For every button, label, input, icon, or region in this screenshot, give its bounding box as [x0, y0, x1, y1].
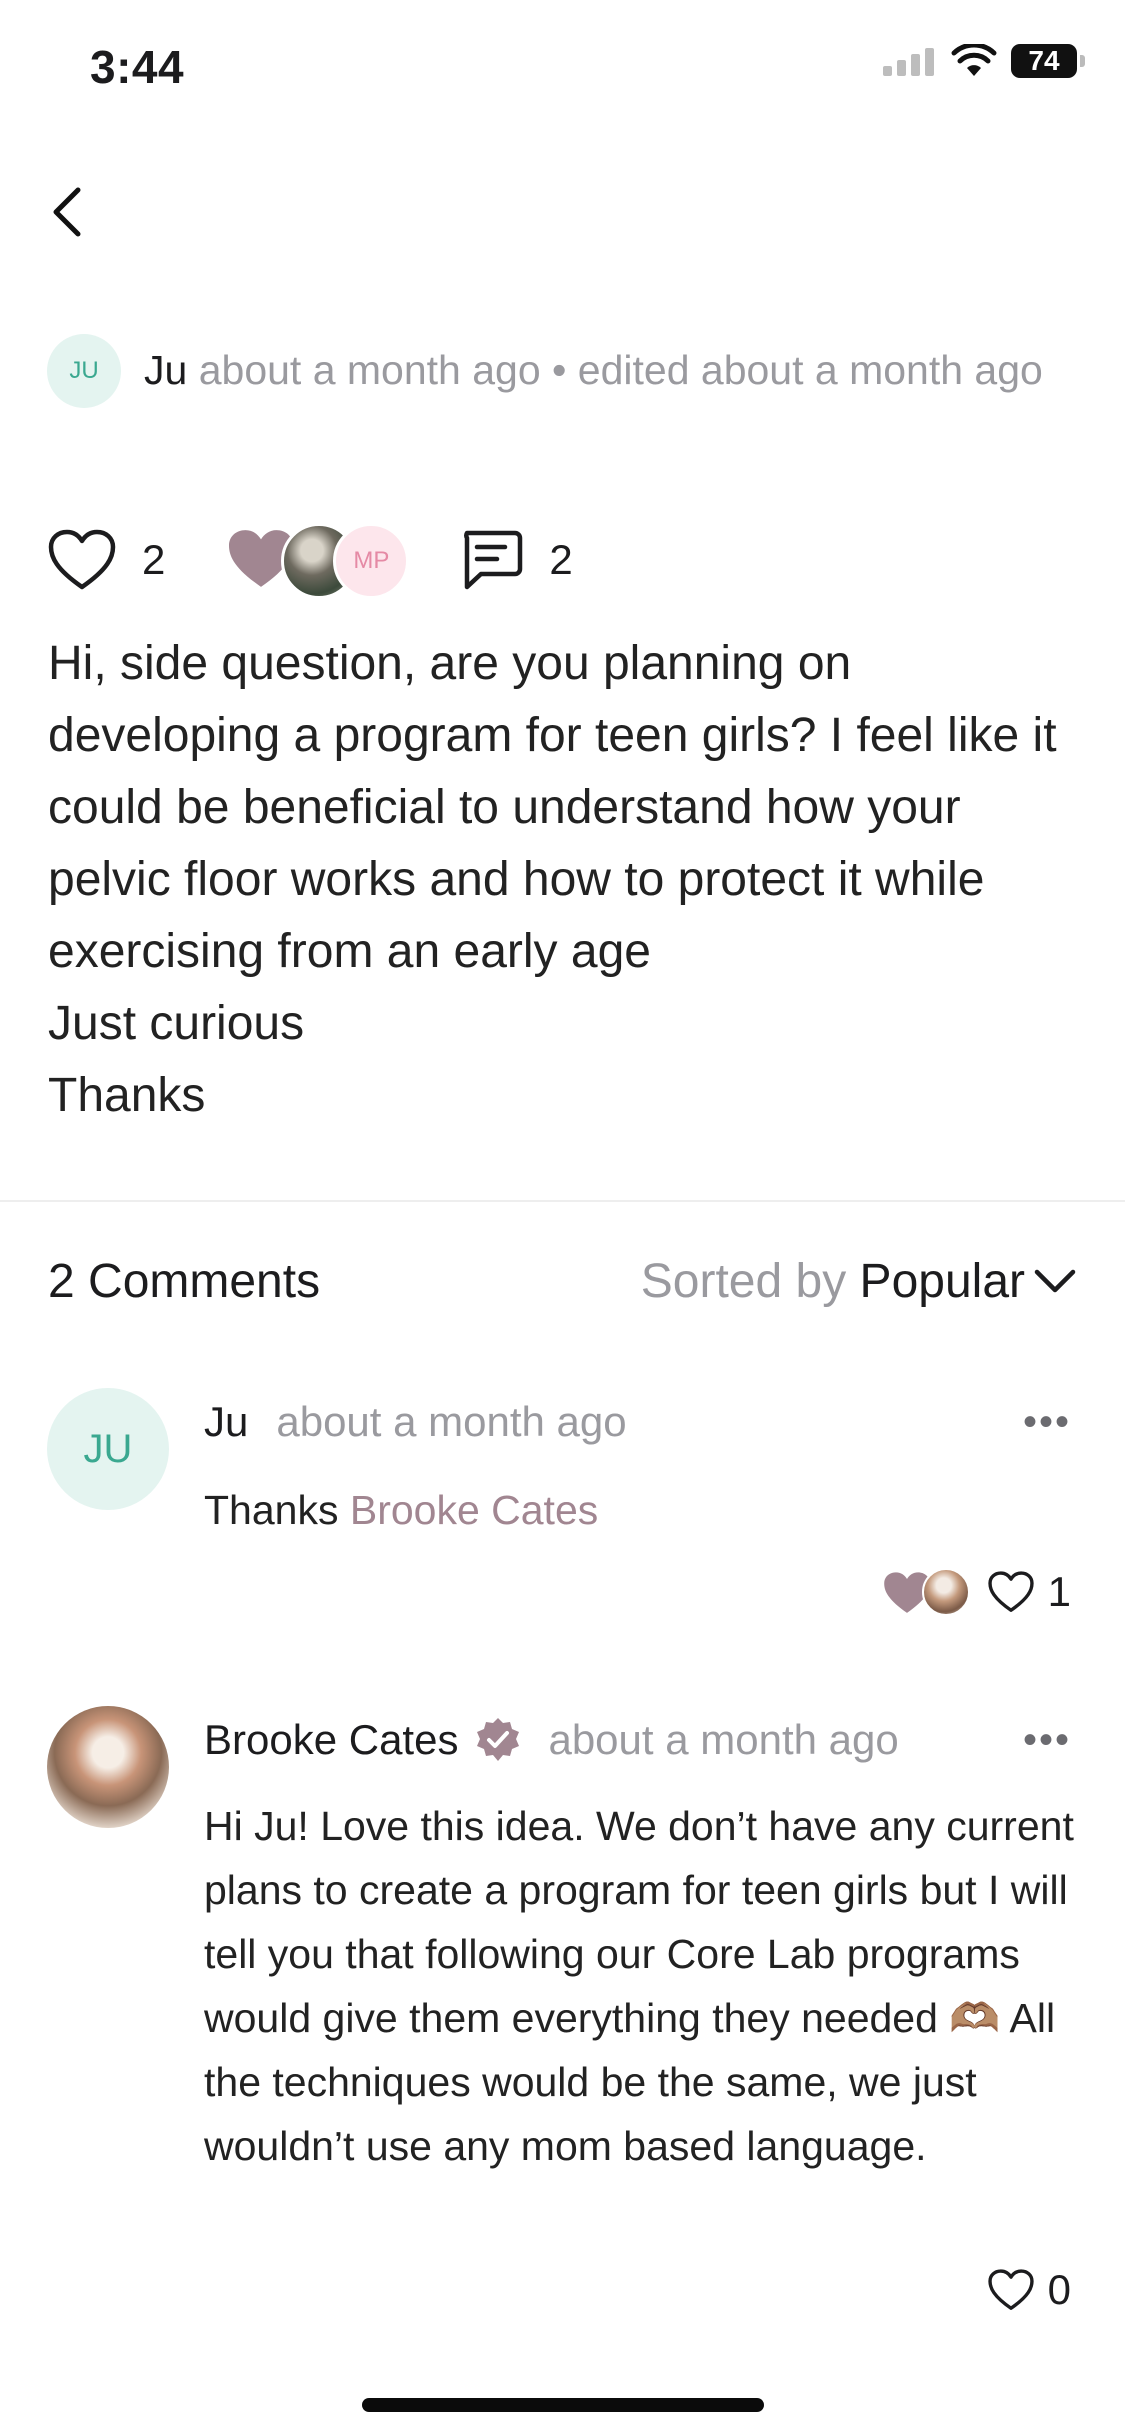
divider: [0, 1200, 1125, 1202]
heart-outline-icon: [987, 2269, 1034, 2310]
chevron-down-icon[interactable]: [1031, 1256, 1079, 1304]
comment-text: Thanks Brooke Cates: [204, 1478, 1064, 1542]
comment-time: about a month ago: [548, 1716, 899, 1763]
post-body-line: Just curious: [48, 997, 305, 1050]
reactors-group[interactable]: MP: [225, 523, 425, 599]
post-body: Hi, side question, are you planning on d…: [48, 628, 1088, 1132]
comment-like-count: 1: [1047, 1568, 1071, 1615]
reactors-group[interactable]: [882, 1566, 974, 1618]
comment-text: Hi Ju! Love this idea. We don’t have any…: [204, 1803, 1074, 2169]
battery-icon: 74: [1011, 44, 1085, 78]
post-meta: Ju about a month ago • edited about a mo…: [144, 340, 1074, 401]
status-icons: 74: [883, 44, 1085, 78]
comment-header: Brooke Cates about a month ago: [204, 1716, 899, 1764]
status-time: 3:44: [90, 41, 185, 93]
like-count: 2: [142, 536, 166, 583]
post-body-line: Hi, side question, are you planning on d…: [48, 637, 1057, 978]
comment-count-button[interactable]: 2: [459, 529, 573, 591]
comment-author[interactable]: Ju: [204, 1398, 248, 1446]
comment-text-prefix: Thanks: [204, 1487, 350, 1533]
comment-like-count: 0: [1047, 2266, 1071, 2313]
post-body-line: Thanks: [48, 1069, 206, 1122]
heart-outline-icon: [48, 529, 116, 590]
cellular-signal-icon: [883, 48, 934, 76]
battery-level: 74: [1028, 45, 1060, 76]
post-timestamp: about a month ago • edited about a month…: [198, 347, 1043, 393]
comment-avatar[interactable]: [47, 1706, 169, 1828]
comment-count: 2: [549, 536, 573, 583]
chevron-left-icon: [53, 187, 81, 237]
like-button[interactable]: 2: [48, 529, 165, 591]
reactor-initials: MP: [353, 547, 390, 574]
back-button[interactable]: [48, 182, 108, 242]
mention-link[interactable]: Brooke Cates: [350, 1487, 598, 1533]
more-options-icon[interactable]: •••: [1023, 1718, 1071, 1763]
comment-like-button[interactable]: 0: [987, 2266, 1071, 2314]
comment-reactions: 1: [882, 1566, 1071, 1618]
comment-like-button[interactable]: 1: [987, 1568, 1071, 1616]
sort-value: Popular: [859, 1255, 1025, 1308]
sort-label: Sorted by: [640, 1255, 847, 1308]
comment-header: Ju about a month ago: [204, 1398, 627, 1446]
comment-avatar[interactable]: JU: [47, 1388, 169, 1510]
comments-title: 2 Comments: [48, 1255, 321, 1308]
comment-bubble-icon: [464, 530, 523, 590]
more-options-icon[interactable]: •••: [1023, 1400, 1071, 1445]
post-author-name[interactable]: Ju: [144, 347, 187, 393]
comment-time: about a month ago: [276, 1398, 627, 1445]
reactor-avatar-photo: [921, 1568, 970, 1616]
sort-dropdown[interactable]: Sorted by Popular: [641, 1254, 1025, 1309]
home-indicator[interactable]: [362, 2398, 764, 2412]
wifi-icon: [951, 44, 997, 76]
reactor-avatar-mp: MP: [333, 523, 410, 599]
heart-outline-icon: [987, 1571, 1034, 1612]
verified-badge-icon: [477, 1718, 520, 1761]
post-actions: 2 MP 2: [48, 520, 573, 600]
comment-author[interactable]: Brooke Cates: [204, 1716, 458, 1764]
post-author-avatar[interactable]: JU: [47, 334, 121, 408]
